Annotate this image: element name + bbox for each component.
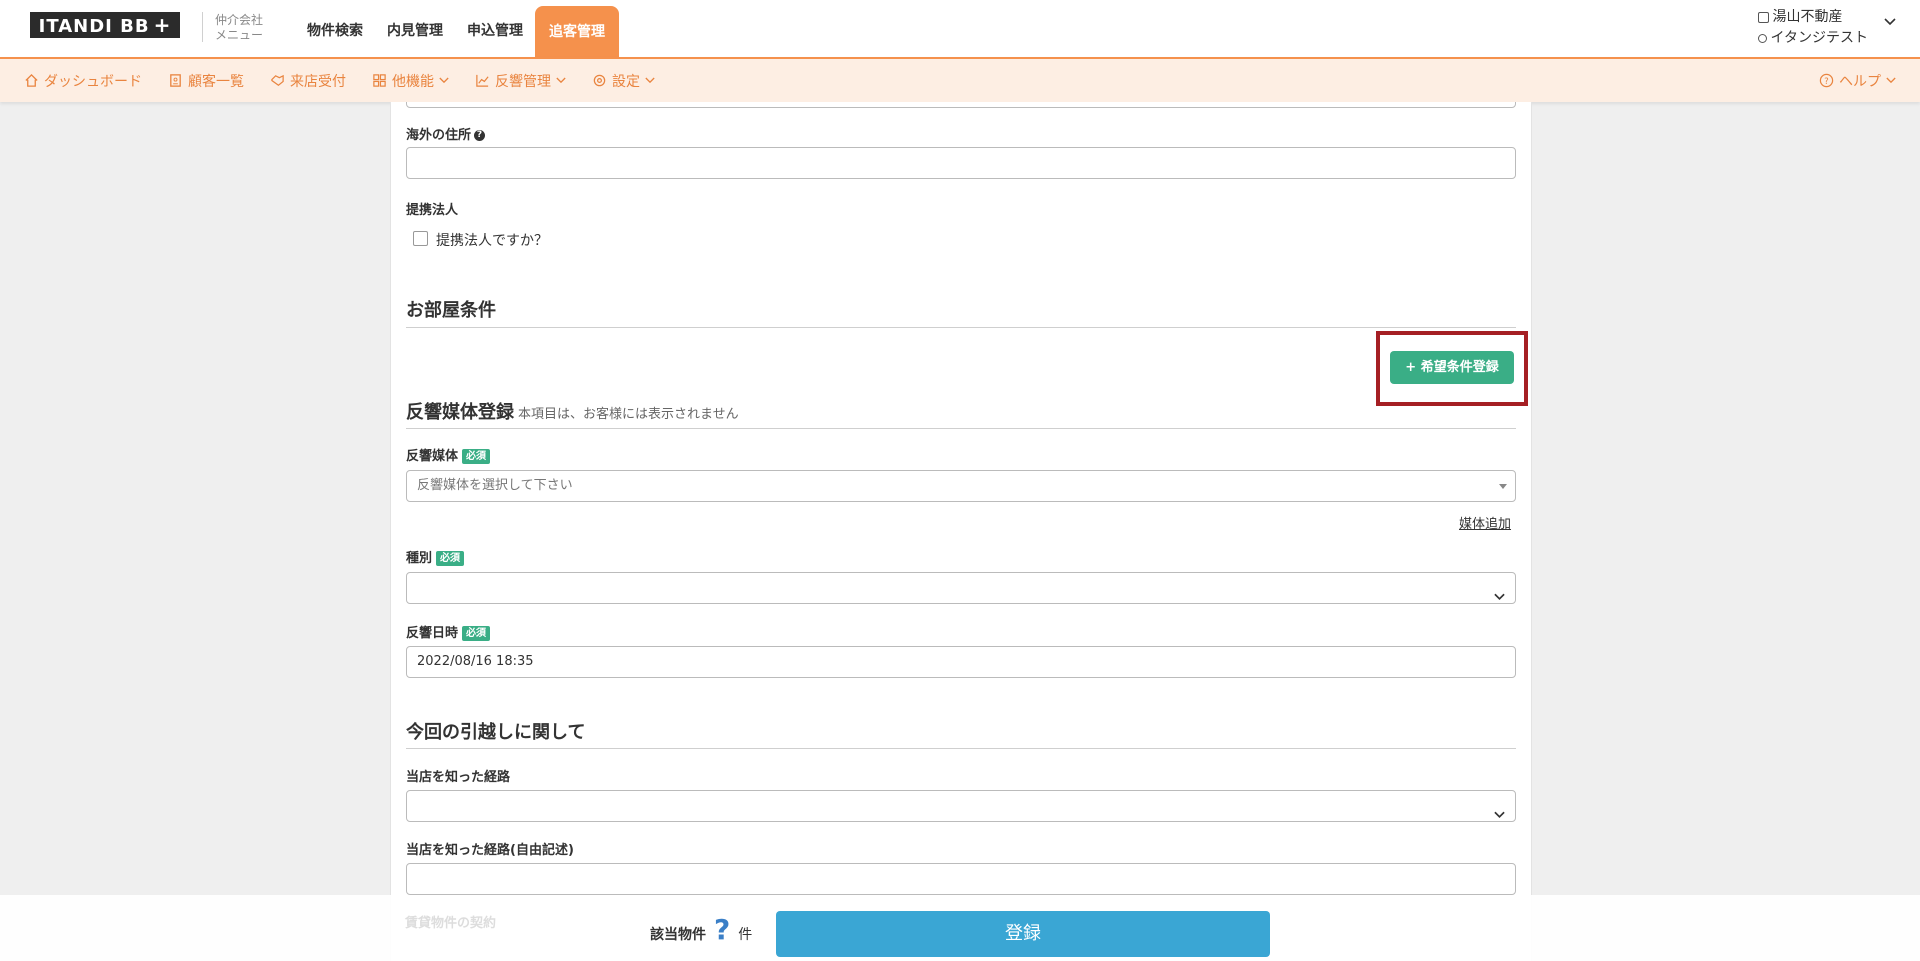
logo-text: ITANDI BB (38, 16, 150, 37)
overseas-address-label-text: 海外の住所 (406, 128, 472, 143)
matching-count: 該当物件 ? 件 (650, 913, 752, 946)
room-conditions-title: お部屋条件 (406, 300, 496, 321)
date-input[interactable]: 2022/08/16 18:35 (406, 646, 1516, 678)
partner-label: 提携法人 (406, 203, 459, 218)
top-header: ITANDI BB + 仲介会社 メニュー 物件検索 内見管理 申込管理 追客管理… (0, 0, 1920, 57)
building-icon (1757, 12, 1769, 23)
home-icon (25, 73, 38, 87)
route-free-input[interactable] (406, 863, 1516, 895)
subnav-response-management-label: 反響管理 (495, 73, 551, 90)
help-icon[interactable]: ? (474, 130, 486, 141)
partner-checkbox-label[interactable]: 提携法人ですか？ (436, 230, 548, 250)
required-badge: 必須 (436, 551, 465, 566)
moving-title: 今回の引越しに関して (406, 722, 586, 743)
handshake-icon (271, 74, 284, 86)
count-label: 該当物件 (650, 927, 706, 943)
count-unit: 件 (738, 927, 753, 943)
document-icon (170, 74, 181, 87)
subnav-settings[interactable]: 設定 (592, 71, 655, 91)
section-divider (406, 327, 1516, 328)
type-label-text: 種別 (406, 551, 433, 566)
type-select[interactable] (406, 572, 1516, 604)
broker-menu-line2: メニュー (215, 28, 264, 42)
overseas-address-label: 海外の住所? (406, 124, 486, 143)
media-note: 本項目は、お客様には表示されません (518, 407, 739, 422)
chevron-down-icon (439, 77, 449, 84)
nav-customer-tracking[interactable]: 追客管理 (535, 6, 619, 57)
required-badge: 必須 (462, 626, 491, 641)
partner-checkbox[interactable] (413, 231, 428, 246)
svg-text:?: ? (1824, 76, 1828, 86)
media-title: 反響媒体登録 本項目は、お客様には表示されません (406, 398, 739, 424)
user-info[interactable]: 湯山不動産 イタンジテスト (1757, 7, 1868, 49)
nav-viewing-management[interactable]: 内見管理 (375, 0, 455, 57)
previous-field-input[interactable] (406, 102, 1516, 108)
broker-menu[interactable]: 仲介会社 メニュー (215, 13, 263, 43)
user-name: イタンジテスト (1770, 30, 1868, 46)
register-button[interactable]: 登録 (776, 911, 1270, 957)
chevron-down-icon[interactable] (1884, 14, 1896, 30)
date-label: 反響日時 必須 (406, 622, 491, 641)
subnav-other-features[interactable]: 他機能 (372, 71, 449, 91)
chevron-down-icon (1494, 582, 1505, 612)
section-divider (406, 748, 1516, 749)
media-select-placeholder: 反響媒体を選択して下さい (417, 478, 573, 493)
highlight-box (1376, 331, 1528, 406)
subnav-help[interactable]: ? ヘルプ (1819, 59, 1896, 102)
required-badge: 必須 (462, 449, 491, 464)
subnav-settings-label: 設定 (612, 73, 640, 90)
date-label-text: 反響日時 (406, 626, 459, 641)
count-value: ? (714, 913, 731, 946)
subnav-customer-list[interactable]: 顧客一覧 (168, 71, 244, 91)
media-select[interactable]: 反響媒体を選択して下さい (406, 470, 1516, 502)
logo-plus-icon: + (153, 13, 172, 37)
itandi-logo[interactable]: ITANDI BB + (30, 12, 180, 38)
subnav-reception-label: 来店受付 (290, 73, 346, 90)
company-name: 湯山不動産 (1772, 9, 1843, 25)
subnav-dashboard[interactable]: ダッシュボード (24, 71, 142, 91)
chart-icon (476, 74, 489, 87)
subnav-other-features-label: 他機能 (392, 73, 434, 90)
grid-icon (373, 74, 386, 87)
subnav-dashboard-label: ダッシュボード (44, 73, 142, 90)
media-label: 反響媒体 必須 (406, 445, 491, 464)
rental-contract-label: 賃貸物件の契約 (405, 916, 497, 931)
subnav-reception[interactable]: 来店受付 (270, 71, 346, 91)
nav-property-search[interactable]: 物件検索 (295, 0, 375, 57)
bottom-bar: 賃貸物件の契約 該当物件 ? 件 登録 (0, 895, 1920, 961)
subnav-response-management[interactable]: 反響管理 (475, 71, 566, 91)
add-media-link[interactable]: 媒体追加 (1459, 513, 1511, 532)
subnav-help-label: ヘルプ (1839, 73, 1881, 90)
caret-down-icon (1499, 484, 1507, 489)
type-label: 種別 必須 (406, 547, 465, 566)
overseas-address-input[interactable] (406, 147, 1516, 179)
person-icon (1757, 34, 1767, 43)
chevron-down-icon (645, 77, 655, 84)
gear-icon (593, 74, 606, 87)
sub-nav: ダッシュボード 顧客一覧 来店受付 他機能 反響管理 設定 ? ヘルプ (0, 57, 1920, 102)
top-nav: 物件検索 内見管理 申込管理 追客管理 (295, 0, 619, 57)
form-panel: 海外の住所? 提携法人 提携法人ですか？ お部屋条件 反響媒体登録 本項目は、お客… (390, 102, 1532, 961)
subnav-customer-list-label: 顧客一覧 (188, 73, 244, 90)
chevron-down-icon (1886, 77, 1896, 84)
broker-menu-line1: 仲介会社 (215, 13, 264, 27)
chevron-down-icon (556, 77, 566, 84)
chevron-down-icon (1494, 800, 1505, 830)
media-title-text: 反響媒体登録 (406, 402, 514, 423)
route-free-label: 当店を知った経路(自由記述) (406, 843, 574, 858)
question-circle-icon: ? (1819, 73, 1834, 88)
header-divider (202, 12, 203, 42)
nav-application-management[interactable]: 申込管理 (455, 0, 535, 57)
route-label: 当店を知った経路 (406, 770, 511, 785)
media-label-text: 反響媒体 (406, 449, 459, 464)
route-select[interactable] (406, 790, 1516, 822)
section-divider (406, 428, 1516, 429)
